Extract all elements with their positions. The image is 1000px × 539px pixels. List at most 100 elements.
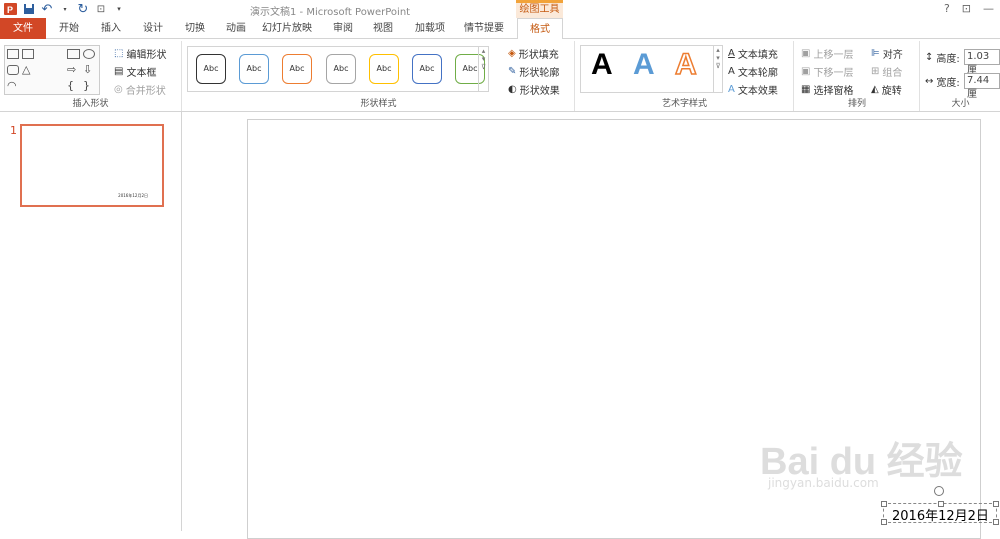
- redo-icon[interactable]: ↻: [76, 2, 90, 17]
- shape-style-darkblue[interactable]: Abc: [412, 54, 442, 84]
- send-backward-label: 下移一层: [813, 68, 854, 79]
- height-label: 高度:: [936, 54, 960, 65]
- arrow-down-shape-icon[interactable]: ⇩: [83, 64, 95, 75]
- tab-transitions[interactable]: 切换: [178, 18, 212, 39]
- width-icon: ↔: [925, 76, 934, 87]
- ribbon: △ ⇨ ⇩ ◠ { } ⬚ 编辑形状 ▤ 文本框 ◎ 合并形状 插入形状 Abc Ab…: [0, 39, 1000, 112]
- resize-handle-tr[interactable]: [993, 501, 999, 507]
- tab-format[interactable]: 格式: [517, 18, 563, 40]
- merge-shapes-button[interactable]: ◎ 合并形状: [114, 82, 166, 97]
- send-backward-icon: ▣: [801, 66, 811, 77]
- ribbon-tabs: 文件 开始 插入 设计 切换 动画 幻灯片放映 审阅 视图 加载项 情节提要 格…: [0, 18, 1000, 40]
- rotate-button[interactable]: ◭ 旋转: [871, 82, 902, 97]
- wordart-scroll[interactable]: ▴ ▾ ⊽: [713, 45, 723, 93]
- resize-handle-br[interactable]: [993, 519, 999, 525]
- tab-file[interactable]: 文件: [0, 18, 46, 39]
- wordart-blue[interactable]: A: [633, 48, 655, 82]
- textbox-button[interactable]: ▤ 文本框: [114, 64, 156, 79]
- tab-addins[interactable]: 加载项: [408, 18, 452, 39]
- gallery-scroll[interactable]: ▴ ▾ ⊽: [478, 47, 488, 91]
- resize-handle-tl[interactable]: [881, 501, 887, 507]
- group-icon: ⊞: [871, 66, 880, 77]
- height-input[interactable]: 1.03 厘: [964, 49, 1000, 76]
- resize-handle-bl[interactable]: [881, 519, 887, 525]
- selection-pane-button[interactable]: ▦ 选择窗格: [801, 82, 853, 97]
- brace-right-shape-icon[interactable]: }: [83, 80, 95, 91]
- bring-forward-button[interactable]: ▣ 上移一层: [801, 46, 853, 61]
- start-from-beginning-icon[interactable]: ⊡: [94, 2, 108, 16]
- group-label: 组合: [882, 68, 903, 79]
- rounded-rect-shape-icon[interactable]: [7, 65, 19, 75]
- minimize-icon[interactable]: —: [983, 2, 994, 15]
- edit-shape-label: 编辑形状: [126, 50, 167, 61]
- width-input[interactable]: 7.44 厘: [964, 73, 1000, 100]
- paint-bucket-icon: ◈: [508, 48, 516, 59]
- wordart-orange-outline[interactable]: A: [674, 47, 697, 82]
- date-text[interactable]: 2016年12月2日: [892, 505, 989, 524]
- edit-shape-button[interactable]: ⬚ 编辑形状: [114, 46, 166, 61]
- group-label-wordart: 艺术字样式: [661, 99, 707, 109]
- ribbon-display-icon[interactable]: ⊡: [962, 2, 971, 15]
- text-effects-label: 文本效果: [737, 86, 778, 97]
- width-label-wrap: ↔ 宽度:: [925, 74, 960, 89]
- arrow-right-shape-icon[interactable]: ⇨: [67, 64, 79, 75]
- group-button[interactable]: ⊞ 组合: [871, 64, 902, 79]
- group-arrange: ▣ 上移一层 ▣ 下移一层 ▦ 选择窗格 ⊫ 对齐 ⊞ 组合 ◭ 旋转 排列: [795, 41, 920, 111]
- shape-fill-label: 形状填充: [518, 50, 559, 61]
- customize-qat-icon[interactable]: ▾: [112, 2, 126, 16]
- text-outline-button[interactable]: A 文本轮廓: [728, 64, 778, 79]
- tab-slideshow[interactable]: 幻灯片放映: [258, 18, 316, 39]
- date-textbox[interactable]: 2016年12月2日: [881, 486, 999, 525]
- align-button[interactable]: ⊫ 对齐: [871, 46, 903, 61]
- baidu-watermark-url: jingyan.baidu.com: [768, 476, 879, 490]
- shape-style-gold[interactable]: Abc: [369, 54, 399, 84]
- tab-review[interactable]: 审阅: [326, 18, 360, 39]
- triangle-shape-icon[interactable]: △: [22, 64, 34, 75]
- selection-pane-label: 选择窗格: [813, 86, 854, 97]
- height-label-wrap: ↕ 高度:: [925, 50, 960, 65]
- wordart-black[interactable]: A: [591, 48, 613, 82]
- shape-effects-button[interactable]: ◐ 形状效果: [508, 82, 560, 97]
- slide-thumbnail-pane: 1 2016年12月2日: [0, 112, 182, 531]
- rotate-handle[interactable]: [934, 486, 944, 496]
- shapes-gallery[interactable]: △ ⇨ ⇩ ◠ { }: [4, 45, 100, 95]
- help-icon[interactable]: ?: [944, 2, 950, 15]
- text-fill-label: 文本填充: [737, 50, 778, 61]
- text-fill-icon: A: [728, 48, 735, 59]
- svg-text:P: P: [7, 5, 13, 15]
- shape-style-blue[interactable]: Abc: [239, 54, 269, 84]
- tab-design[interactable]: 设计: [136, 18, 170, 39]
- freeform-shape-icon[interactable]: ◠: [7, 80, 19, 91]
- oval-shape-icon[interactable]: [83, 49, 95, 59]
- group-label-arrange: 排列: [847, 99, 866, 109]
- textbox-shape-icon[interactable]: [7, 49, 19, 59]
- window-title: 演示文稿1 - Microsoft PowerPoint: [250, 7, 411, 18]
- tab-insert[interactable]: 插入: [94, 18, 128, 39]
- group-shape-styles: Abc Abc Abc Abc Abc Abc Abc ▴ ▾ ⊽ ◈ 形状填充 ✎ 形…: [183, 41, 575, 111]
- shape-styles-gallery[interactable]: Abc Abc Abc Abc Abc Abc Abc ▴ ▾ ⊽: [187, 46, 489, 92]
- tab-storyboarding[interactable]: 情节提要: [459, 18, 509, 39]
- brace-left-shape-icon[interactable]: {: [67, 80, 79, 91]
- tab-home[interactable]: 开始: [52, 18, 86, 39]
- save-icon[interactable]: [22, 2, 36, 16]
- shape-fill-button[interactable]: ◈ 形状填充: [508, 46, 559, 61]
- text-effects-button[interactable]: A 文本效果: [728, 82, 778, 97]
- width-label: 宽度:: [936, 78, 960, 89]
- shape-style-gray[interactable]: Abc: [326, 54, 356, 84]
- undo-dropdown-icon[interactable]: ▾: [58, 2, 72, 16]
- undo-icon[interactable]: ↶: [40, 2, 54, 17]
- vertical-textbox-shape-icon[interactable]: [22, 49, 34, 59]
- send-backward-button[interactable]: ▣ 下移一层: [801, 64, 853, 79]
- group-label-insert-shapes: 插入形状: [72, 99, 109, 109]
- slide-thumbnail[interactable]: 2016年12月2日: [20, 124, 164, 207]
- shape-outline-button[interactable]: ✎ 形状轮廓: [508, 64, 559, 79]
- group-wordart-styles: A A A ▴ ▾ ⊽ A 文本填充 A 文本轮廓 A 文本效果 艺术字样式: [576, 41, 794, 111]
- wordart-gallery[interactable]: A A A: [580, 45, 714, 93]
- rectangle-shape-icon[interactable]: [67, 49, 80, 59]
- shape-style-orange[interactable]: Abc: [282, 54, 312, 84]
- text-fill-button[interactable]: A 文本填充: [728, 46, 778, 61]
- merge-shapes-label: 合并形状: [125, 86, 166, 97]
- tab-view[interactable]: 视图: [366, 18, 400, 39]
- tab-animations[interactable]: 动画: [219, 18, 253, 39]
- shape-style-black[interactable]: Abc: [196, 54, 226, 84]
